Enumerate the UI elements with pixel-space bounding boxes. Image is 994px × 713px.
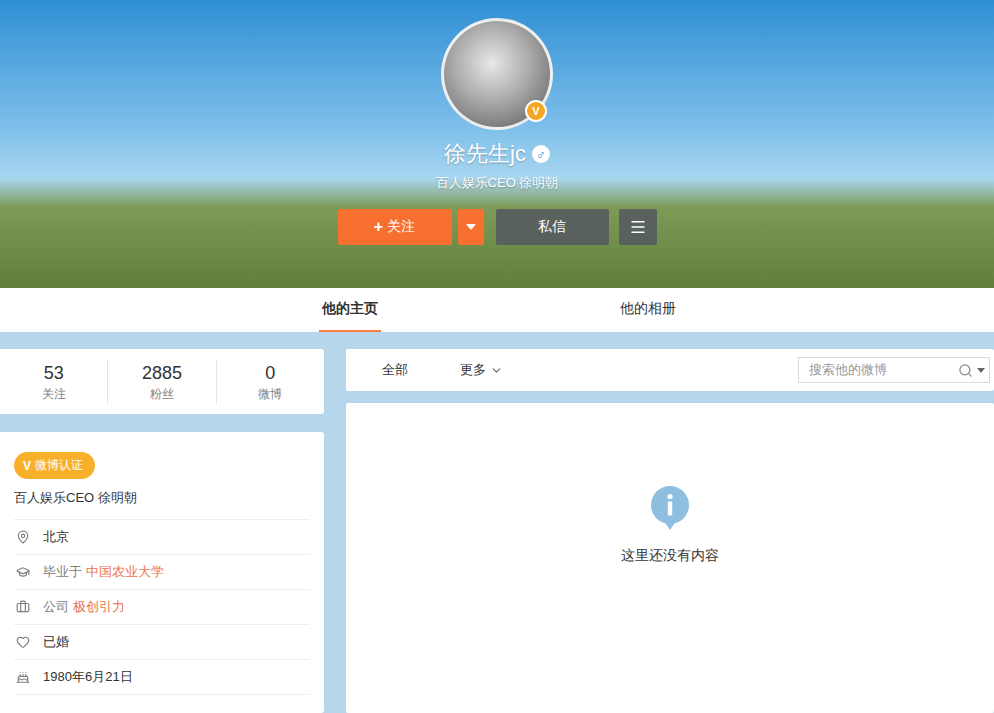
tab-label[interactable]: 他的主页 [319,288,381,332]
avatar[interactable]: V [441,18,553,130]
feed-filter[interactable]: 更多 [444,361,519,379]
follow-button[interactable]: +关注 [338,209,452,245]
follow-dropdown-button[interactable] [458,209,484,245]
tab[interactable]: 他的主页 [280,288,420,332]
empty-message: 这里还没有内容 [621,547,719,565]
feed-panel: 这里还没有内容 [346,403,994,713]
info-row: 北京 [14,520,310,555]
stat-value: 53 [44,362,64,384]
info-link[interactable]: 极创引力 [73,599,125,614]
info-row: 公司极创引力 [14,590,310,625]
content-area: 53 关注 2885 粉丝 0 微博 V微博认证百人娱乐CEO 徐明朝北京毕业于中国农业大学… [0,332,994,713]
profile-page: V 徐先生jc ♂ 百人娱乐CEO 徐明朝 +关注 私信他的主页 他的相册 53 关注 2885 粉… [0,0,994,713]
name-row: 徐先生jc ♂ [444,140,550,168]
stat-value: 2885 [142,362,182,384]
search-field[interactable]: 搜索他的微博 [798,357,990,383]
stats-card: 53 关注 2885 粉丝 0 微博 [0,349,324,414]
info-row: 已婚 [14,625,310,660]
message-button[interactable]: 私信 [496,209,609,245]
stat-item[interactable]: 2885 粉丝 [107,360,215,404]
info-link[interactable]: 中国农业大学 [86,564,164,579]
profile-name: 徐先生jc [444,140,526,168]
info-row: 毕业于中国农业大学 [14,555,310,590]
verified-tag[interactable]: V微博认证 [14,452,95,479]
company-icon [16,600,30,614]
tab-label[interactable]: 他的相册 [617,288,679,332]
menu-icon [629,218,647,236]
info-icon [650,485,690,531]
gender-icon: ♂ [532,145,550,163]
stat-label: 关注 [42,386,66,402]
profile-banner: V 徐先生jc ♂ 百人娱乐CEO 徐明朝 +关注 私信 [0,0,994,288]
stat-item[interactable]: 0 微博 [216,360,324,404]
verified-title: 百人娱乐CEO 徐明朝 [14,479,310,520]
right-column: 全部 更多 搜索他的微博这里还没有内容 [346,349,994,713]
left-column: 53 关注 2885 粉丝 0 微博 V微博认证百人娱乐CEO 徐明朝北京毕业于中国农业大学… [0,349,324,713]
relationship-icon [16,635,30,649]
feed-filter[interactable]: 全部 [366,361,424,379]
caret-down-icon [466,224,476,230]
location-icon [16,530,30,544]
search-icon[interactable] [958,363,973,378]
action-row: +关注 私信 [338,209,657,245]
stat-value: 0 [265,362,275,384]
feed-toolbar: 全部 更多 搜索他的微博 [346,349,994,391]
chevron-down-icon [490,364,503,377]
profile-subtitle: 百人娱乐CEO 徐明朝 [436,175,559,191]
verified-badge: V [525,100,547,122]
caret-down-icon[interactable] [977,368,985,373]
tab[interactable]: 他的相册 [578,288,718,332]
stat-label: 微博 [258,386,282,402]
info-card: V微博认证百人娱乐CEO 徐明朝北京毕业于中国农业大学公司极创引力已婚1980年… [0,432,324,713]
more-menu-button[interactable] [619,209,657,245]
school-icon [16,565,30,579]
tab-bar: 他的主页 他的相册 [0,288,994,332]
info-row: 1980年6月21日 [14,660,310,695]
stat-item[interactable]: 53 关注 [0,360,107,404]
birthday-icon [16,670,30,684]
stat-label: 粉丝 [150,386,174,402]
